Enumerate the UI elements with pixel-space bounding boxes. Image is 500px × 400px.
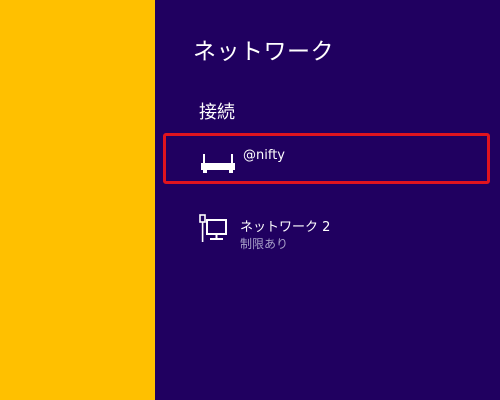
network-item-nifty[interactable]: @nifty — [163, 133, 490, 184]
desktop-background — [0, 0, 155, 400]
network-item-network-2[interactable]: ネットワーク 2 制限あり — [163, 208, 490, 260]
connections-section-title: 接続 — [199, 102, 235, 123]
panel-title: ネットワーク — [193, 39, 334, 65]
network-name: @nifty — [243, 148, 285, 163]
wired-router-icon — [201, 154, 235, 173]
network-status: 制限あり — [240, 237, 289, 251]
network-charm-panel: ネットワーク 接続 @nifty ネットワーク 2 制限あり — [155, 0, 500, 400]
screen: ネットワーク 接続 @nifty ネットワーク 2 制限あり — [0, 0, 500, 400]
wired-computer-icon — [199, 214, 227, 242]
network-name: ネットワーク 2 — [240, 220, 331, 235]
